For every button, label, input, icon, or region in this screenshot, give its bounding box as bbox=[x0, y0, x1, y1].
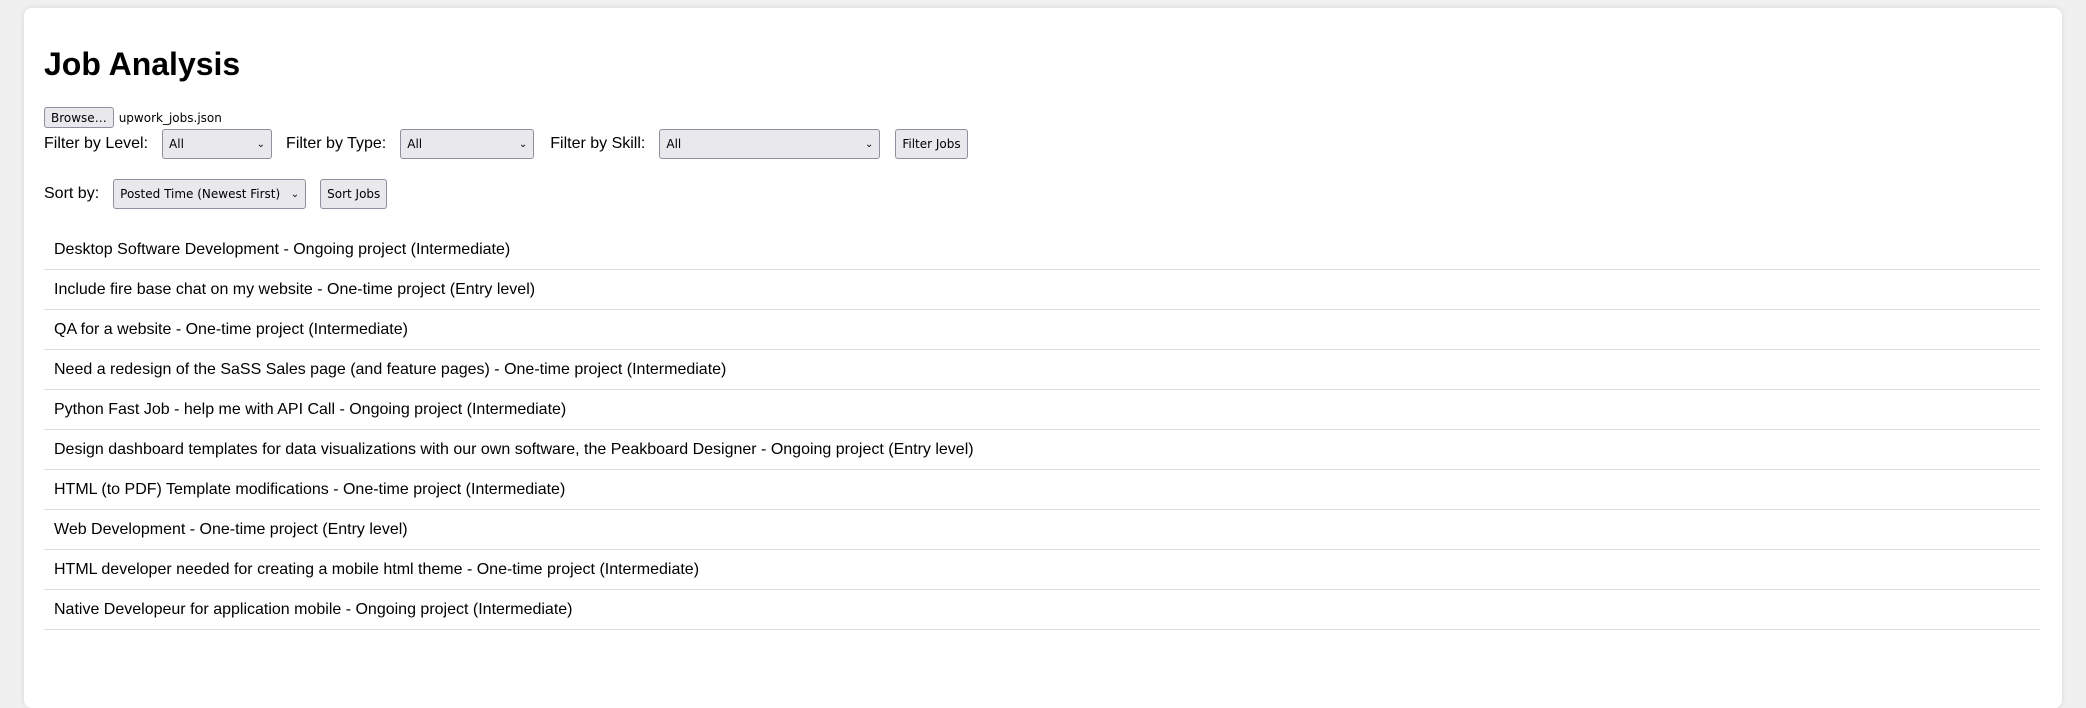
sort-label: Sort by: bbox=[44, 185, 100, 202]
sort-select[interactable]: Posted Time (Newest First) ⌄ bbox=[113, 179, 307, 209]
chevron-down-icon: ⌄ bbox=[256, 138, 266, 150]
main-card: Job Analysis Browse… upwork_jobs.json Fi… bbox=[24, 8, 2062, 708]
browse-button[interactable]: Browse… bbox=[44, 107, 114, 128]
chevron-down-icon: ⌄ bbox=[518, 138, 528, 150]
page-title: Job Analysis bbox=[44, 46, 241, 82]
list-item[interactable]: Desktop Software Development - Ongoing p… bbox=[44, 230, 2040, 270]
list-item[interactable]: QA for a website - One-time project (Int… bbox=[44, 310, 2040, 350]
list-item[interactable]: HTML (to PDF) Template modifications - O… bbox=[44, 470, 2040, 510]
level-label: Filter by Level: bbox=[44, 135, 149, 152]
list-item[interactable]: Need a redesign of the SaSS Sales page (… bbox=[44, 350, 2040, 390]
chevron-down-icon: ⌄ bbox=[864, 138, 874, 150]
sort-value: Posted Time (Newest First) bbox=[120, 187, 281, 201]
sort-row: Sort by: Posted Time (Newest First) ⌄ Sor… bbox=[44, 179, 388, 209]
list-item[interactable]: Native Developeur for application mobile… bbox=[44, 590, 2040, 630]
type-value: All bbox=[407, 137, 423, 151]
type-label: Filter by Type: bbox=[286, 135, 387, 152]
list-item[interactable]: HTML developer needed for creating a mob… bbox=[44, 550, 2040, 590]
level-value: All bbox=[169, 137, 184, 151]
skill-select[interactable]: All ⌄ bbox=[659, 129, 881, 159]
list-item[interactable]: Design dashboard templates for data visu… bbox=[44, 430, 2040, 470]
type-select[interactable]: All ⌄ bbox=[400, 129, 535, 159]
skill-value: All bbox=[666, 137, 682, 151]
chevron-down-icon: ⌄ bbox=[290, 188, 300, 200]
file-name: upwork_jobs.json bbox=[118, 110, 222, 125]
list-item[interactable]: Include fire base chat on my website - O… bbox=[44, 270, 2040, 310]
sort-jobs-button[interactable]: Sort Jobs bbox=[320, 179, 388, 209]
level-select[interactable]: All ⌄ bbox=[162, 129, 273, 159]
file-row: Browse… upwork_jobs.json bbox=[44, 107, 222, 128]
job-list: Desktop Software Development - Ongoing p… bbox=[44, 230, 2040, 630]
skill-label: Filter by Skill: bbox=[550, 135, 646, 152]
list-item[interactable]: Python Fast Job - help me with API Call … bbox=[44, 390, 2040, 430]
list-item[interactable]: Web Development - One-time project (Entr… bbox=[44, 510, 2040, 550]
filter-jobs-button[interactable]: Filter Jobs bbox=[895, 129, 968, 159]
filter-row: Filter by Level: All ⌄ Filter by Type: Al… bbox=[44, 129, 968, 159]
